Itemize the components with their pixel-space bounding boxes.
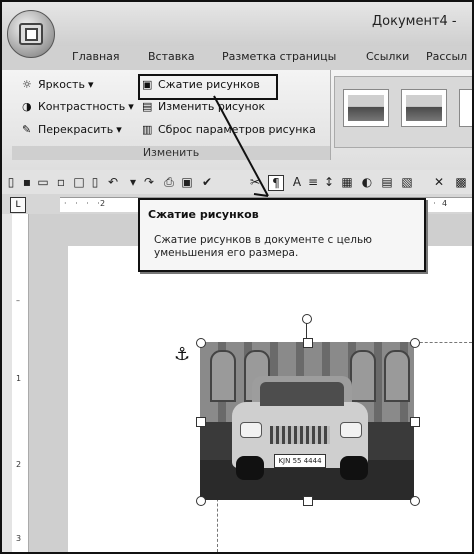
tab-page-layout[interactable]: Разметка страницы	[222, 50, 336, 63]
picture-style-thumb[interactable]	[343, 89, 389, 127]
picture-arch	[350, 350, 376, 402]
tab-references[interactable]: Ссылки	[366, 50, 409, 63]
car-grille	[270, 426, 330, 444]
office-logo-icon	[19, 23, 43, 45]
resize-handle-sw[interactable]	[196, 496, 206, 506]
contrast-icon: ◑	[22, 100, 32, 113]
office-button[interactable]	[7, 10, 55, 58]
ruler-dots: · · · ·	[64, 199, 103, 208]
vertical-ruler[interactable]: – 1 2 3	[12, 214, 29, 552]
compress-tooltip: Сжатие рисунков Сжатие рисунков в докуме…	[138, 198, 426, 272]
dropdown-arrow-icon: ▾	[128, 100, 134, 113]
tooltip-title: Сжатие рисунков	[148, 208, 259, 221]
title-bar: Документ4 -	[2, 2, 472, 46]
picture-style-thumb[interactable]	[459, 89, 472, 127]
ruler-tick: 1	[16, 374, 22, 383]
recolor-icon: ✎	[22, 123, 32, 136]
style-preview	[406, 95, 442, 121]
print-preview-icon[interactable]: □	[72, 175, 86, 189]
print-icon[interactable]: ⎙	[162, 175, 176, 189]
print-icon[interactable]: ▯	[88, 175, 102, 189]
picture-arch	[384, 350, 410, 402]
tab-mailings[interactable]: Рассыл	[426, 50, 467, 63]
insert-icon[interactable]: ▤	[380, 175, 394, 189]
brightness-button[interactable]: ☼ Яркость ▾	[22, 78, 93, 91]
quick-access-toolbar: ▯ ▪ ▭ ▫ □ ▯ ↶ ▾ ↷ ⎙ ▣ ✔ ✂ ¶ A ≡ ↕ ▦ ◐ ▤ …	[2, 170, 472, 195]
car-headlight	[240, 422, 262, 438]
word-window: Документ4 - Главная Вставка Разметка стр…	[0, 0, 474, 554]
resize-handle-w[interactable]	[196, 417, 206, 427]
car-headlight	[340, 422, 362, 438]
change-picture-icon: ▤	[142, 100, 153, 113]
tab-insert[interactable]: Вставка	[148, 50, 195, 63]
new-doc-icon[interactable]: ▯	[4, 175, 18, 189]
tab-home[interactable]: Главная	[72, 50, 120, 63]
redo-icon[interactable]: ↷	[142, 175, 156, 189]
ruler-tick: 2	[100, 199, 106, 208]
change-picture-button[interactable]: ▤ Изменить рисунок	[142, 100, 265, 113]
picture-arch	[210, 350, 236, 402]
tooltip-body: Сжатие рисунков в документе с целью умен…	[154, 234, 372, 259]
dropdown-arrow-icon: ▾	[116, 123, 122, 136]
show-marks-icon[interactable]: ¶	[268, 175, 284, 191]
font-color-icon[interactable]: A	[290, 175, 304, 189]
sun-icon: ☼	[22, 78, 32, 91]
ruler-tick: 2	[16, 460, 22, 469]
ruler-tick: 4	[442, 199, 448, 208]
anchor-icon: ⚓	[174, 344, 191, 365]
save-icon[interactable]: ▪	[20, 175, 34, 189]
chart-icon[interactable]: ◐	[360, 175, 374, 189]
table-icon[interactable]: ▦	[340, 175, 354, 189]
picture-icon[interactable]: ▧	[400, 175, 414, 189]
adjust-group-label: Изменить	[12, 146, 330, 160]
car-wheel	[340, 456, 368, 480]
spelling-icon[interactable]: ✔	[200, 175, 214, 189]
car-windshield	[260, 382, 344, 406]
resize-handle-se[interactable]	[410, 496, 420, 506]
close-icon[interactable]: ✕	[432, 175, 446, 189]
ruler-tick: –	[16, 296, 20, 305]
picture-style-thumb[interactable]	[401, 89, 447, 127]
format-painter-icon[interactable]: ✂	[248, 175, 262, 189]
ruler-tick: 3	[16, 534, 22, 543]
style-preview	[348, 95, 384, 121]
compress-highlight-frame	[138, 74, 278, 100]
car-plate: KJN 55 4444	[274, 454, 326, 468]
recolor-button[interactable]: ✎ Перекрасить ▾	[22, 123, 122, 136]
adjust-group: ☼ Яркость ▾ ◑ Контрастность ▾ ✎ Перекрасит…	[12, 70, 331, 160]
line-spacing-icon[interactable]: ↕	[322, 175, 336, 189]
mail-icon[interactable]: ▫	[54, 175, 68, 189]
ribbon: ☼ Яркость ▾ ◑ Контрастность ▾ ✎ Перекрасит…	[2, 70, 472, 171]
resize-handle-e[interactable]	[410, 417, 420, 427]
reset-picture-button[interactable]: ▥ Сброс параметров рисунка	[142, 123, 316, 136]
rotate-handle[interactable]	[302, 314, 312, 324]
ribbon-tabs: Главная Вставка Разметка страницы Ссылки…	[2, 46, 472, 70]
resize-handle-s[interactable]	[303, 496, 313, 506]
dropdown-arrow-icon: ▾	[87, 78, 94, 91]
car-wheel	[236, 456, 264, 480]
undo-icon[interactable]: ↶	[106, 175, 120, 189]
undo-dropdown-icon[interactable]: ▾	[126, 175, 140, 189]
reset-picture-icon: ▥	[142, 123, 153, 136]
picture-styles-gallery	[334, 76, 472, 148]
car-picture[interactable]: KJN 55 4444	[200, 342, 414, 500]
resize-handle-ne[interactable]	[410, 338, 420, 348]
tab-selector[interactable]: L	[10, 197, 26, 213]
more-icon[interactable]: ▩	[454, 175, 468, 189]
resize-handle-nw[interactable]	[196, 338, 206, 348]
open-icon[interactable]: ▭	[36, 175, 50, 189]
ruler-dots: · ·	[424, 199, 438, 208]
resize-handle-n[interactable]	[303, 338, 313, 348]
document-title: Документ4 -	[372, 14, 457, 29]
preview-icon[interactable]: ▣	[180, 175, 194, 189]
contrast-button[interactable]: ◑ Контрастность ▾	[22, 100, 134, 113]
align-icon[interactable]: ≡	[306, 175, 320, 189]
